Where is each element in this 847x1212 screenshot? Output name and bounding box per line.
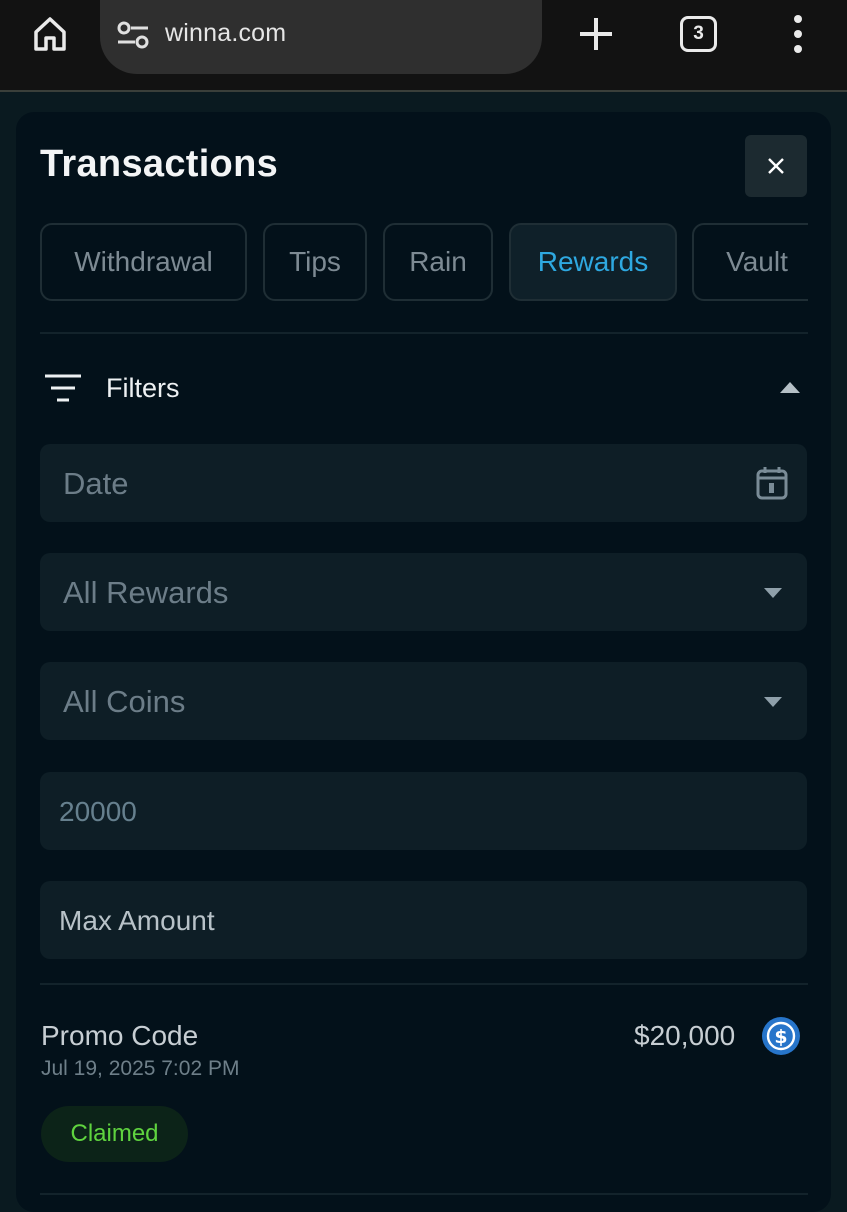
divider bbox=[40, 332, 808, 334]
tab-rewards[interactable]: Rewards bbox=[509, 223, 677, 301]
coin-value: All Coins bbox=[63, 684, 186, 719]
max-amount-placeholder: Max Amount bbox=[59, 905, 215, 936]
usdc-coin-icon: $ bbox=[762, 1017, 800, 1055]
reward-type-value: All Rewards bbox=[63, 575, 229, 610]
min-amount-input[interactable]: 20000 bbox=[40, 772, 807, 850]
max-amount-input[interactable]: Max Amount bbox=[40, 881, 807, 959]
page-title: Transactions bbox=[40, 143, 279, 185]
browser-toolbar: winna.com 3 bbox=[0, 0, 847, 92]
min-amount-value: 20000 bbox=[59, 796, 137, 827]
close-icon bbox=[768, 158, 784, 174]
reward-type-select[interactable]: All Rewards bbox=[40, 553, 807, 631]
site-settings-icon[interactable] bbox=[116, 20, 150, 50]
new-tab-icon[interactable] bbox=[576, 14, 616, 54]
transaction-name: Promo Code bbox=[41, 1020, 199, 1051]
chevron-down-icon bbox=[764, 588, 782, 598]
chevron-down-icon bbox=[764, 697, 782, 707]
status-badge: Claimed bbox=[41, 1106, 188, 1162]
more-options-icon[interactable] bbox=[790, 14, 806, 54]
transaction-type-tabs: Withdrawal Tips Rain Rewards Vault bbox=[40, 223, 808, 301]
tab-switcher-button[interactable]: 3 bbox=[680, 16, 717, 52]
close-button[interactable] bbox=[745, 135, 807, 197]
date-picker[interactable]: Date bbox=[40, 444, 807, 522]
divider bbox=[40, 1193, 808, 1195]
tab-vault[interactable]: Vault bbox=[692, 223, 808, 301]
calendar-icon[interactable] bbox=[756, 466, 788, 500]
filters-toggle[interactable]: Filters bbox=[106, 373, 180, 404]
coin-select[interactable]: All Coins bbox=[40, 662, 807, 740]
svg-text:$: $ bbox=[774, 1026, 787, 1048]
divider bbox=[40, 983, 808, 985]
transaction-date: Jul 19, 2025 7:02 PM bbox=[41, 1057, 240, 1080]
tab-withdrawal[interactable]: Withdrawal bbox=[40, 223, 247, 301]
date-placeholder: Date bbox=[63, 466, 129, 501]
home-icon[interactable] bbox=[30, 14, 70, 54]
tab-tips[interactable]: Tips bbox=[263, 223, 367, 301]
filter-icon[interactable] bbox=[44, 373, 82, 403]
chevron-up-icon[interactable] bbox=[778, 380, 802, 394]
address-bar[interactable]: winna.com bbox=[100, 0, 542, 74]
url-text[interactable]: winna.com bbox=[165, 19, 286, 48]
transaction-amount: $20,000 bbox=[634, 1020, 736, 1051]
tab-rain[interactable]: Rain bbox=[383, 223, 493, 301]
